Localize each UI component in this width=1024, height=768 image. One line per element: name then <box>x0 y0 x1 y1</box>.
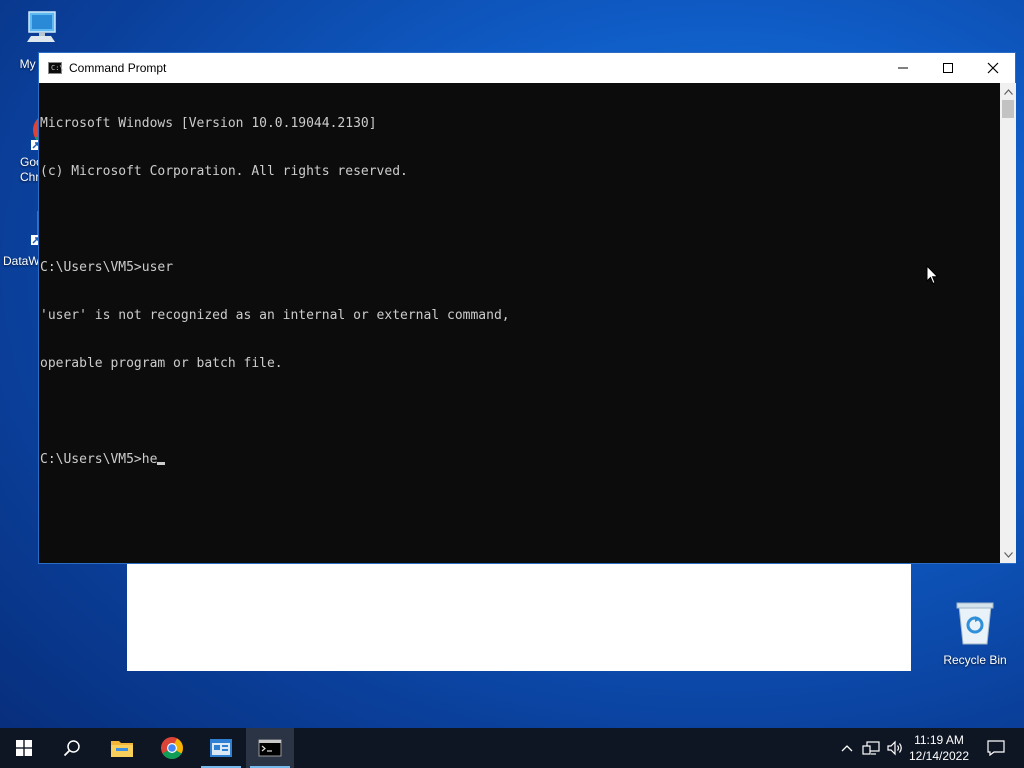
text-cursor <box>157 462 166 465</box>
action-center-button[interactable] <box>976 728 1016 768</box>
command-prompt-icon <box>258 739 282 757</box>
desktop-icon-label: Recycle Bin <box>943 653 1007 667</box>
command-prompt-window[interactable]: C:\ Command Prompt Microsoft Windows [Ve… <box>38 52 1016 564</box>
search-button[interactable] <box>48 728 96 768</box>
network-icon <box>862 741 880 755</box>
taskbar-chrome[interactable] <box>148 728 196 768</box>
system-clock[interactable]: 11:19 AM 12/14/2022 <box>906 732 972 764</box>
window-title: Command Prompt <box>69 61 167 75</box>
chrome-icon <box>161 737 183 759</box>
console-line: (c) Microsoft Corporation. All rights re… <box>40 164 408 179</box>
background-window <box>127 555 911 671</box>
scroll-up-button[interactable] <box>1000 83 1016 100</box>
clock-date: 12/14/2022 <box>908 749 970 763</box>
file-explorer-icon <box>111 741 133 757</box>
app-icon <box>210 739 232 757</box>
volume-button[interactable] <box>884 728 906 768</box>
computer-icon <box>0 8 74 55</box>
console-input[interactable]: C:\Users\VM5>he <box>40 452 157 467</box>
close-icon <box>987 62 998 74</box>
clock-time: 11:19 AM <box>914 733 964 747</box>
show-hidden-icons-button[interactable] <box>838 728 856 768</box>
minimize-icon <box>897 67 908 69</box>
maximize-icon <box>942 63 953 73</box>
console-line: C:\Users\VM5>user <box>40 260 174 275</box>
desktop-icon-recycle-bin[interactable]: Recycle Bin <box>938 600 1012 668</box>
command-prompt-title-icon: C:\ <box>48 62 64 74</box>
scrollbar-thumb[interactable] <box>1002 100 1014 118</box>
taskbar-file-explorer[interactable] <box>98 728 146 768</box>
scroll-down-button[interactable] <box>1000 546 1016 563</box>
chevron-up-icon <box>1003 88 1013 95</box>
vertical-scrollbar[interactable] <box>1000 83 1016 563</box>
windows-logo-icon <box>16 740 32 756</box>
mouse-pointer-icon <box>926 264 940 290</box>
recycle-bin-icon <box>938 600 1012 651</box>
volume-icon <box>887 740 902 756</box>
console-line: operable program or batch file. <box>40 356 283 371</box>
chevron-down-icon <box>1003 551 1013 558</box>
console-output[interactable]: Microsoft Windows [Version 10.0.19044.21… <box>39 83 1000 563</box>
notification-icon <box>987 740 1005 756</box>
console-prompt-line[interactable]: C:\Users\VM5>he <box>40 452 1000 468</box>
search-icon <box>63 740 80 757</box>
title-bar[interactable]: C:\ Command Prompt <box>39 53 1015 83</box>
taskbar-app[interactable] <box>197 728 245 768</box>
chevron-up-icon <box>841 745 853 752</box>
console-line: Microsoft Windows [Version 10.0.19044.21… <box>40 116 377 131</box>
taskbar: 11:19 AM 12/14/2022 <box>0 728 1024 768</box>
taskbar-command-prompt[interactable] <box>246 728 294 768</box>
console-line: 'user' is not recognized as an internal … <box>40 308 510 323</box>
maximize-button[interactable] <box>925 53 970 83</box>
minimize-button[interactable] <box>880 53 925 83</box>
start-button[interactable] <box>0 728 48 768</box>
close-button[interactable] <box>970 53 1015 83</box>
network-button[interactable] <box>860 728 882 768</box>
